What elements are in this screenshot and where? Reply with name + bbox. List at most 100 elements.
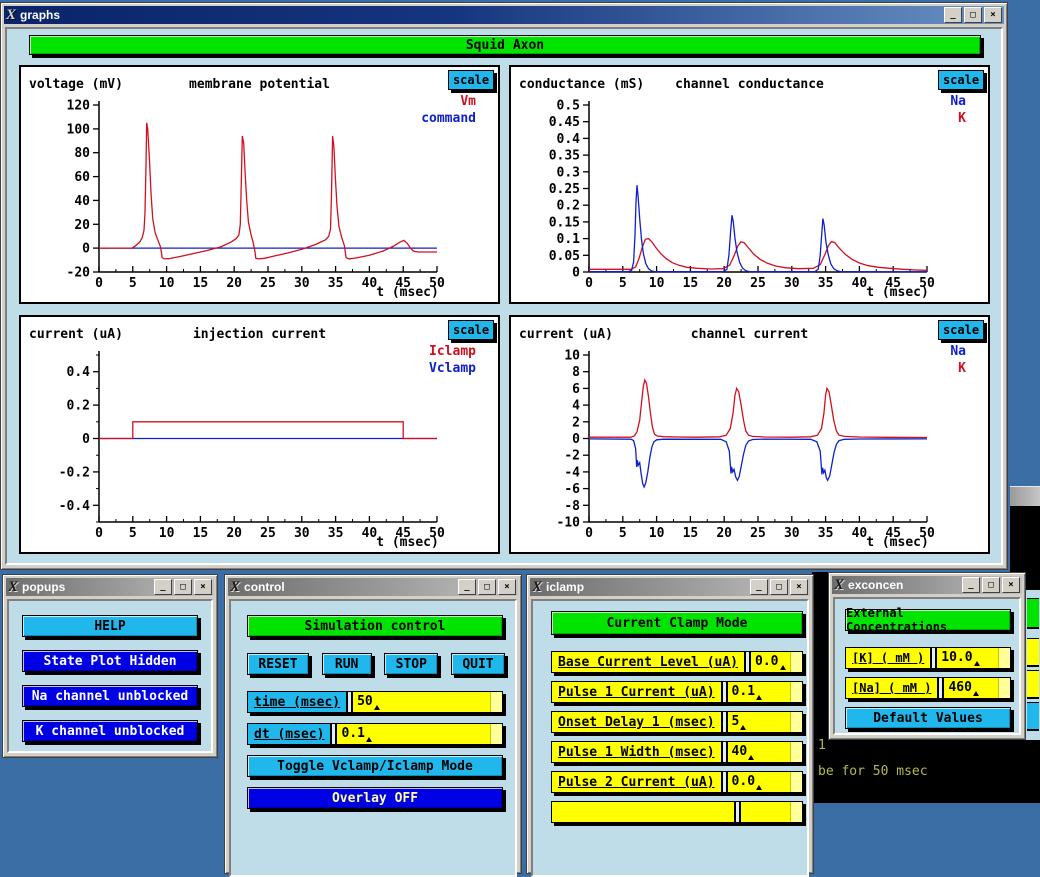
- svg-text:30: 30: [294, 276, 310, 291]
- chart-title: membrane potential: [141, 77, 378, 92]
- run-button[interactable]: RUN: [322, 653, 372, 675]
- window-title: popups: [22, 580, 150, 594]
- field-handle[interactable]: [998, 648, 1010, 668]
- injection-current-chart: 051015202530354045500.40.20-0.2-0.4t (ms…: [19, 315, 500, 554]
- minimize-button[interactable]: _: [962, 577, 980, 593]
- field-handle[interactable]: [490, 724, 502, 744]
- field-label: [K] ( mM ): [846, 648, 932, 668]
- legend-item: K: [950, 110, 966, 127]
- control-window-body: Simulation control RESET RUN STOP QUIT t…: [229, 599, 517, 877]
- svg-text:0.2: 0.2: [67, 399, 90, 414]
- minimize-button[interactable]: _: [750, 579, 768, 595]
- field-label: Pulse 1 Current (uA): [552, 682, 723, 702]
- close-button[interactable]: ×: [498, 579, 516, 595]
- control-window-titlebar[interactable]: X control _ □ ×: [228, 578, 518, 596]
- svg-text:-2: -2: [564, 449, 580, 464]
- pulse2-current-field-row: Pulse 2 Current (uA) 0.0: [551, 771, 803, 793]
- state-plot-button[interactable]: State Plot Hidden: [22, 650, 198, 672]
- field-input[interactable]: 0.1: [726, 682, 802, 702]
- svg-text:15: 15: [193, 526, 209, 541]
- svg-text:35: 35: [328, 526, 344, 541]
- quit-button[interactable]: QUIT: [451, 653, 505, 675]
- svg-text:-6: -6: [564, 482, 580, 497]
- close-button[interactable]: ×: [194, 579, 212, 595]
- svg-text:t (msec): t (msec): [376, 285, 439, 300]
- field-input[interactable]: [739, 802, 802, 822]
- scale-button[interactable]: scale: [448, 320, 494, 340]
- default-values-button[interactable]: Default Values: [845, 707, 1011, 729]
- field-input[interactable]: 5: [726, 712, 802, 732]
- svg-text:0.1: 0.1: [557, 232, 581, 247]
- svg-text:t (msec): t (msec): [866, 285, 929, 300]
- toggle-clamp-mode-button[interactable]: Toggle Vclamp/Iclamp Mode: [247, 755, 503, 777]
- stop-button[interactable]: STOP: [384, 653, 438, 675]
- time-field-row: time (msec) 50: [247, 691, 503, 713]
- field-handle[interactable]: [998, 678, 1010, 698]
- field-handle[interactable]: [790, 712, 802, 732]
- maximize-button[interactable]: □: [478, 579, 496, 595]
- legend-item: command: [421, 110, 476, 127]
- svg-text:40: 40: [74, 194, 90, 209]
- field-label: Onset Delay 1 (msec): [552, 712, 723, 732]
- scale-button[interactable]: scale: [938, 70, 984, 90]
- time-field-input[interactable]: 50: [351, 692, 502, 712]
- minimize-button[interactable]: _: [458, 579, 476, 595]
- text-cursor: [366, 737, 372, 742]
- minimize-button[interactable]: _: [154, 579, 172, 595]
- chart-legend: Iclamp Vclamp: [429, 343, 476, 377]
- field-handle[interactable]: [790, 772, 802, 792]
- minimize-button[interactable]: _: [944, 7, 962, 23]
- k-concentration-field-row: [K] ( mM ) 10.0: [845, 647, 1011, 669]
- svg-text:80: 80: [74, 146, 90, 161]
- field-input[interactable]: 0.0: [749, 652, 802, 672]
- close-button[interactable]: ×: [1002, 577, 1020, 593]
- scale-button[interactable]: scale: [448, 70, 494, 90]
- field-input[interactable]: 460: [942, 678, 1010, 698]
- svg-text:-0.2: -0.2: [59, 465, 90, 480]
- reset-button[interactable]: RESET: [247, 653, 309, 675]
- svg-text:10: 10: [159, 526, 175, 541]
- svg-text:-20: -20: [67, 266, 91, 281]
- na-channel-block-button[interactable]: Na channel unblocked: [22, 685, 198, 707]
- y-axis-title: current (uA): [29, 327, 123, 342]
- svg-text:20: 20: [716, 526, 732, 541]
- maximize-button[interactable]: □: [770, 579, 788, 595]
- text-cursor: [374, 705, 380, 710]
- svg-text:4: 4: [572, 399, 580, 414]
- dt-field-input[interactable]: 0.1: [335, 724, 502, 744]
- chart-title: channel conductance: [631, 77, 868, 92]
- popups-window-titlebar[interactable]: X popups _ □ ×: [6, 578, 214, 596]
- maximize-button[interactable]: □: [982, 577, 1000, 593]
- overlay-toggle-button[interactable]: Overlay OFF: [247, 787, 503, 809]
- svg-text:0: 0: [82, 432, 90, 447]
- close-button[interactable]: ×: [984, 7, 1002, 23]
- svg-text:0: 0: [95, 526, 103, 541]
- field-handle[interactable]: [790, 682, 802, 702]
- na-concentration-field-row: [Na] ( mM ) 460: [845, 677, 1011, 699]
- svg-text:-0.4: -0.4: [59, 499, 90, 514]
- terminal-text-line: 1: [818, 738, 826, 753]
- close-button[interactable]: ×: [790, 579, 808, 595]
- field-handle[interactable]: [790, 742, 802, 762]
- k-channel-block-button[interactable]: K channel unblocked: [22, 720, 198, 742]
- graphs-window-titlebar[interactable]: X graphs _ □ ×: [4, 6, 1004, 24]
- svg-text:8: 8: [572, 365, 580, 380]
- svg-text:0: 0: [82, 242, 90, 257]
- help-button[interactable]: HELP: [22, 615, 198, 637]
- svg-text:100: 100: [67, 122, 91, 137]
- iclamp-window-titlebar[interactable]: X iclamp _ □ ×: [530, 578, 810, 596]
- legend-item: Vclamp: [429, 360, 476, 377]
- svg-text:20: 20: [226, 526, 242, 541]
- field-input[interactable]: 10.0: [935, 648, 1010, 668]
- field-input[interactable]: 40: [726, 742, 802, 762]
- field-handle[interactable]: [490, 692, 502, 712]
- maximize-button[interactable]: □: [964, 7, 982, 23]
- field-handle[interactable]: [790, 652, 802, 672]
- scale-button[interactable]: scale: [938, 320, 984, 340]
- maximize-button[interactable]: □: [174, 579, 192, 595]
- field-handle[interactable]: [790, 802, 802, 822]
- svg-text:0.5: 0.5: [557, 99, 580, 114]
- popups-window-body: HELP State Plot Hidden Na channel unbloc…: [7, 599, 213, 753]
- exconcen-window-titlebar[interactable]: X exconcen _ □ ×: [832, 576, 1022, 594]
- field-input[interactable]: 0.0: [726, 772, 802, 792]
